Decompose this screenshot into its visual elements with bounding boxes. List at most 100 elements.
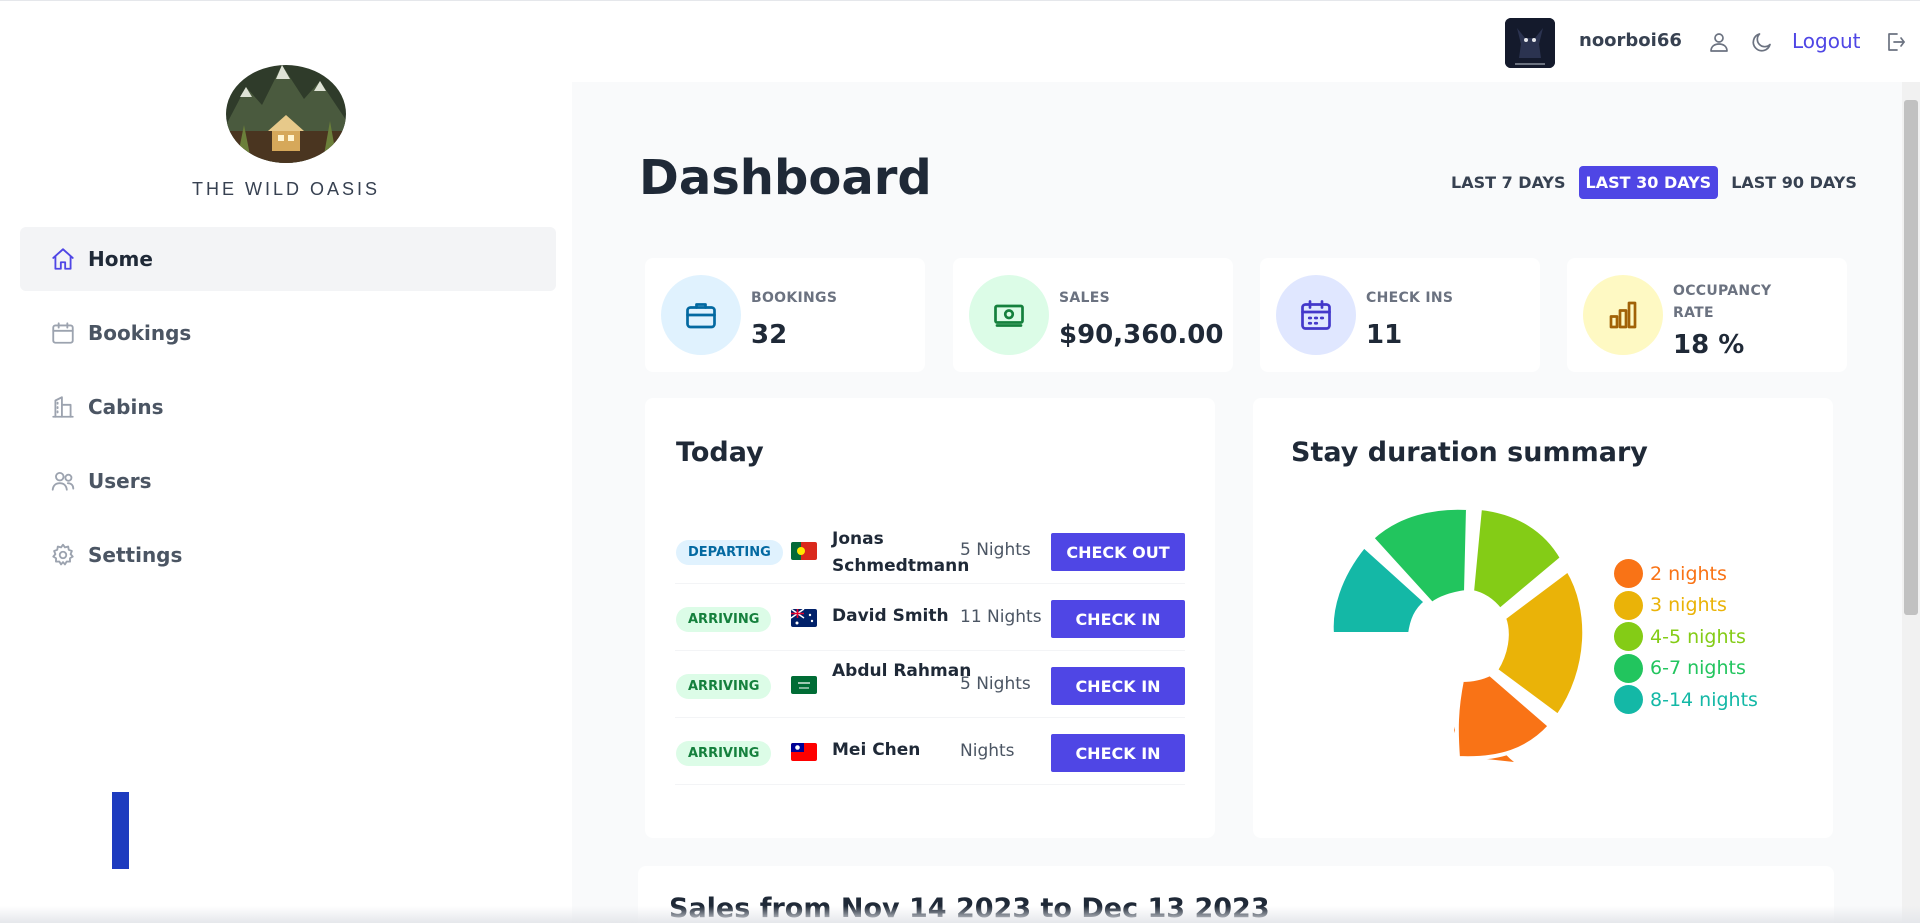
users-icon: [51, 471, 75, 491]
stat-value: 18 %: [1673, 330, 1745, 360]
list-item: ARRIVING David Smith 11 Nights CHECK IN: [675, 585, 1185, 651]
sidebar-item-bookings[interactable]: Bookings: [20, 301, 556, 365]
briefcase-icon: [686, 303, 716, 329]
stat-value: 11: [1366, 320, 1403, 350]
legend-label: 2 nights: [1650, 562, 1727, 585]
sidebar-nav: Home Bookings Cabins Users Settings: [20, 227, 556, 597]
page-title: Dashboard: [639, 150, 932, 206]
home-icon: [52, 248, 74, 270]
check-in-button[interactable]: CHECK IN: [1051, 600, 1185, 638]
donut-slices: [1329, 505, 1587, 761]
logout-icon: [1888, 33, 1905, 51]
australia-flag: [791, 609, 817, 627]
moon-icon: [1752, 33, 1771, 52]
filter-last-7-days[interactable]: LAST 7 DAYS: [1444, 166, 1573, 199]
status-badge: ARRIVING: [676, 741, 772, 766]
nights-count: 5 Nights: [960, 540, 1031, 560]
legend-dot: [1614, 653, 1643, 683]
nights-count: Nights: [960, 741, 1015, 761]
header: noorboi66 Logout: [572, 0, 1920, 82]
sidebar-item-users[interactable]: Users: [20, 449, 556, 513]
logo: THE WILD OASIS: [0, 59, 572, 200]
banknotes-icon: [994, 304, 1024, 327]
portugal-flag: [791, 542, 817, 560]
legend-dot: [1614, 622, 1643, 652]
check-in-button[interactable]: CHECK IN: [1051, 667, 1185, 705]
legend-dot: [1614, 685, 1643, 715]
status-badge: ARRIVING: [676, 607, 772, 632]
sidebar-item-label: Home: [88, 247, 153, 271]
stat-label-line: OCCUPANCY: [1673, 283, 1772, 299]
stat-icon-bg: [969, 275, 1049, 355]
stat-value: $90,360.00: [1059, 320, 1224, 350]
scrollbar-thumb[interactable]: [1904, 100, 1918, 615]
brand-name: THE WILD OASIS: [191, 179, 381, 199]
chart-bar-icon: [1609, 301, 1637, 329]
stat-label: SALES: [1059, 290, 1110, 306]
sidebar-item-label: Cabins: [88, 395, 164, 419]
stat-sales: SALES $90,360.00: [953, 258, 1233, 372]
legend-item: 2 nights: [1614, 558, 1758, 590]
legend-label: 4-5 nights: [1650, 625, 1746, 648]
sidebar-item-label: Settings: [88, 543, 183, 567]
list-item: DEPARTING Jonas Schmedtmann 5 Nights CHE…: [675, 518, 1185, 584]
sidebar-item-home[interactable]: Home: [20, 227, 556, 291]
cabin-icon: [52, 396, 74, 418]
nights-count: 11 Nights: [960, 607, 1042, 627]
legend-item: 6-7 nights: [1614, 653, 1758, 685]
legend-item: 3 nights: [1614, 590, 1758, 622]
guest-name: David Smith: [832, 606, 949, 626]
sidebar-item-label: Bookings: [88, 321, 192, 345]
user-icon: [1710, 33, 1728, 52]
sidebar-item-label: Users: [88, 469, 152, 493]
nights-count: 5 Nights: [960, 674, 1031, 694]
filter-last-90-days[interactable]: LAST 90 DAYS: [1724, 166, 1864, 199]
legend-dot: [1614, 590, 1643, 620]
status-badge: ARRIVING: [676, 674, 772, 699]
sidebar-item-settings[interactable]: Settings: [20, 523, 556, 587]
dark-mode-toggle[interactable]: [1746, 26, 1778, 58]
check-out-button[interactable]: CHECK OUT: [1051, 533, 1185, 571]
legend-label: 3 nights: [1650, 594, 1727, 617]
stat-bookings: BOOKINGS 32: [645, 258, 925, 372]
guest-name: Mei Chen: [832, 740, 921, 760]
stat-icon-bg: [661, 275, 741, 355]
stat-check-ins: CHECK INS 11: [1260, 258, 1540, 372]
stat-occupancy-rate: OCCUPANCY RATE 18 %: [1567, 258, 1847, 372]
legend-label: 6-7 nights: [1650, 657, 1746, 680]
sidebar-item-cabins[interactable]: Cabins: [20, 375, 556, 439]
avatar-image: [1505, 18, 1555, 68]
account-button[interactable]: [1703, 26, 1735, 58]
avatar[interactable]: [1505, 18, 1555, 68]
saudi-arabia-flag: [791, 676, 817, 694]
list-item: ARRIVING Mei Chen Nights CHECK IN: [675, 719, 1185, 785]
calendar-days-icon: [1301, 300, 1331, 330]
stat-label: CHECK INS: [1366, 290, 1454, 306]
guest-name: Jonas Schmedtmann: [832, 529, 970, 576]
guest-name: Abdul Rahman: [832, 661, 972, 681]
legend-item: 4-5 nights: [1614, 621, 1758, 653]
list-item: ARRIVING Abdul Rahman 5 Nights CHECK IN: [675, 652, 1185, 718]
stat-label: BOOKINGS: [751, 290, 838, 306]
video-progress-strip: [0, 906, 1920, 923]
legend-label: 8-14 nights: [1650, 688, 1758, 711]
today-title: Today: [676, 437, 764, 468]
stat-label-line: RATE: [1673, 305, 1714, 321]
stat-icon-bg: [1276, 275, 1356, 355]
legend-item: 8-14 nights: [1614, 684, 1758, 716]
calendar-icon: [52, 322, 74, 344]
filter-last-30-days[interactable]: LAST 30 DAYS: [1578, 166, 1719, 199]
sidebar: THE WILD OASIS Home Bookings Cabins User…: [0, 0, 572, 923]
stat-label: OCCUPANCY RATE: [1673, 280, 1771, 324]
username: noorboi66: [1579, 30, 1682, 51]
date-filter: LAST 7 DAYS LAST 30 DAYS LAST 90 DAYS: [1444, 166, 1864, 199]
legend-dot: [1614, 559, 1643, 589]
logout-button[interactable]: [1879, 26, 1911, 58]
overlay-bar: [112, 792, 129, 869]
stay-duration-title: Stay duration summary: [1291, 437, 1648, 468]
stat-icon-bg: [1583, 275, 1663, 355]
check-in-button[interactable]: CHECK IN: [1051, 734, 1185, 772]
taiwan-flag: [791, 743, 817, 761]
gear-icon: [52, 543, 74, 566]
logout-link[interactable]: Logout: [1792, 29, 1860, 53]
